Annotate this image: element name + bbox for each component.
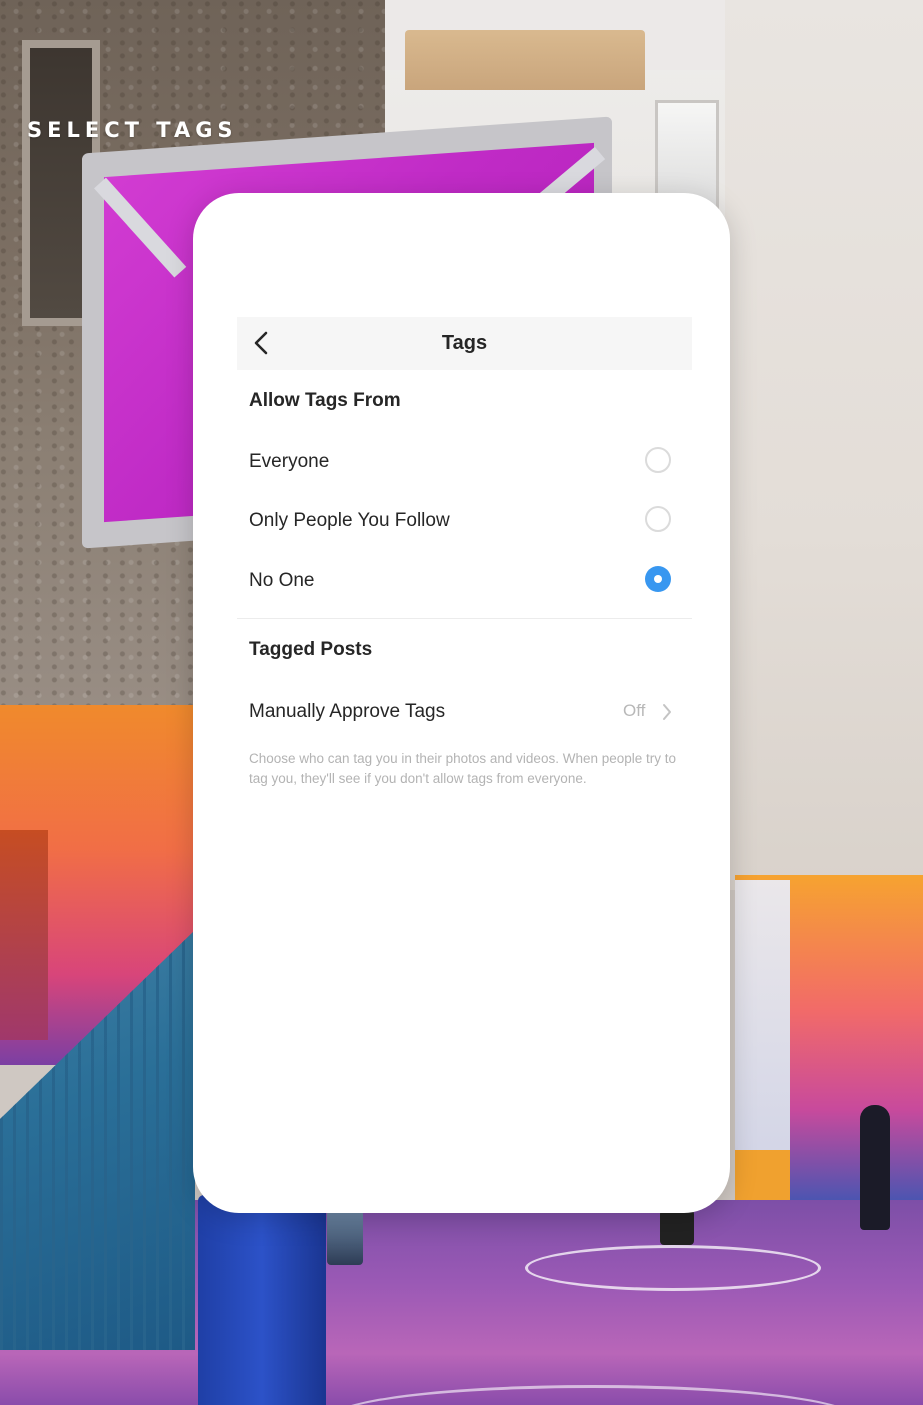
radio-only-people-you-follow[interactable] (645, 506, 671, 532)
phone-screen: Tags Allow Tags From Everyone Only Peopl… (193, 193, 730, 1213)
background-wall-right (725, 0, 923, 890)
nav-bar: Tags (237, 317, 692, 370)
option-label: No One (249, 570, 315, 591)
background-orange-shadow (0, 830, 48, 1040)
background-hoop-pole (198, 1195, 326, 1405)
manually-approve-tags-row[interactable]: Manually Approve Tags Off (237, 686, 692, 738)
background-person (860, 1105, 890, 1230)
option-label: Everyone (249, 451, 330, 472)
background-person (327, 1210, 363, 1265)
manually-approve-tags-label: Manually Approve Tags (249, 701, 446, 722)
option-only-people-you-follow[interactable]: Only People You Follow (237, 495, 692, 547)
background-court-circle (525, 1245, 821, 1291)
section-divider (237, 618, 692, 619)
section-heading-allow-tags: Allow Tags From (249, 390, 401, 411)
section-heading-tagged-posts: Tagged Posts (249, 639, 373, 660)
option-no-one[interactable]: No One (237, 555, 692, 607)
background-roof (405, 30, 645, 90)
radio-everyone[interactable] (645, 447, 671, 473)
background-person (660, 1210, 694, 1245)
help-text: Choose who can tag you in their photos a… (249, 751, 677, 786)
chevron-right-icon (663, 704, 671, 720)
option-everyone[interactable]: Everyone (237, 436, 692, 488)
manually-approve-tags-value: Off (623, 701, 646, 720)
page-title: Tags (441, 332, 488, 354)
overlay-title: SELECT TAGS (27, 118, 238, 142)
radio-no-one[interactable] (645, 566, 671, 592)
option-label: Only People You Follow (249, 510, 450, 531)
